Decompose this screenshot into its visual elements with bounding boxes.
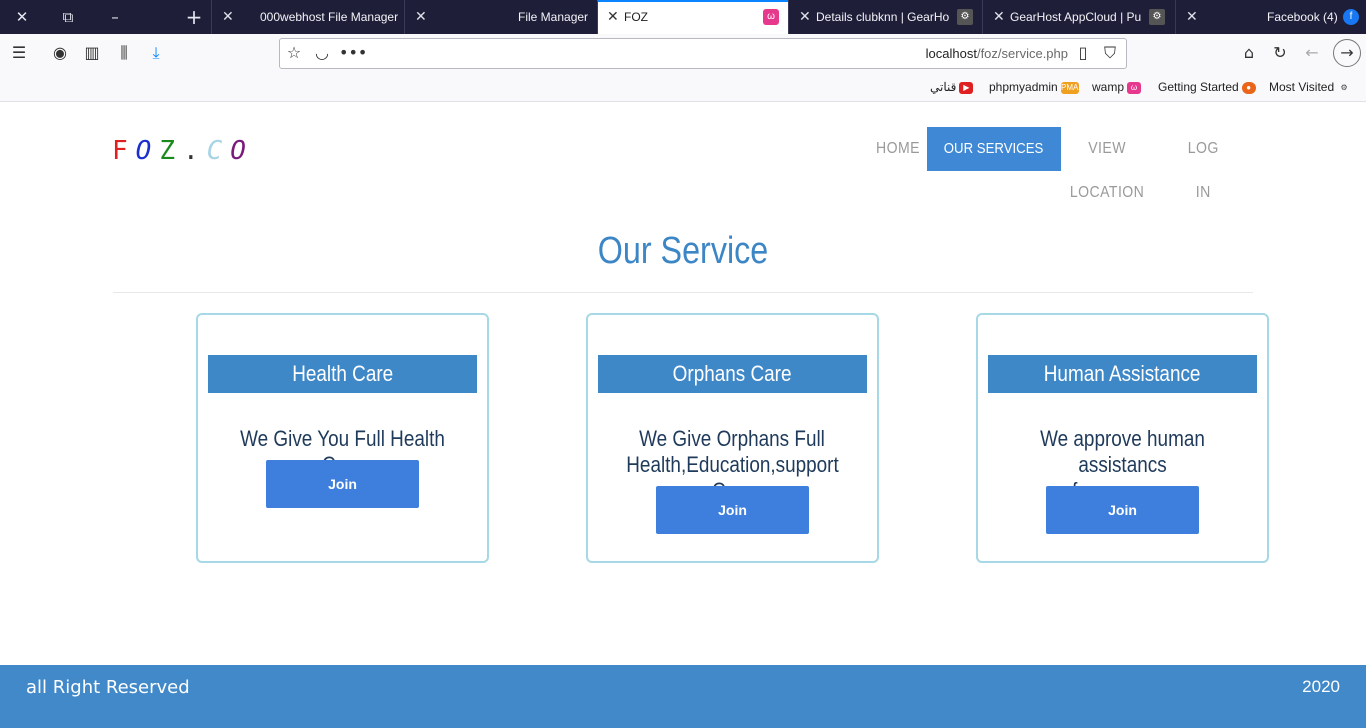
web-page: FOZ.CO HOME OUR SERVICES VIEW LOCATION L… [0, 102, 1366, 728]
join-button[interactable]: Join [656, 486, 809, 534]
restore-window-icon[interactable]: ⧉ [58, 6, 78, 28]
close-tab-icon[interactable]: ✕ [993, 0, 1005, 34]
star-icon[interactable]: ☆ [283, 42, 305, 64]
tab-label: File Manager [518, 10, 589, 24]
site-logo[interactable]: FOZ.CO [112, 136, 254, 166]
page-icon[interactable]: ▯ [1072, 42, 1094, 64]
wamp-icon: ω [1127, 81, 1142, 94]
service-card-health-care: Health Care We Give You Full Health Care… [196, 313, 489, 563]
nav-home[interactable]: HOME [876, 127, 920, 171]
card-heading-text: Human Assistance [1044, 361, 1201, 386]
card-heading-text: Health Care [292, 361, 393, 386]
bookmark-my-channel[interactable]: قناتي ▶ [930, 80, 974, 94]
download-icon[interactable]: ⤓ [145, 42, 167, 64]
more-actions-icon[interactable]: ••• [339, 42, 367, 64]
url-host: localhost [925, 46, 977, 61]
card-heading-text: Orphans Care [673, 361, 792, 386]
logo-letter: O [135, 136, 160, 166]
reload-icon[interactable]: ↻ [1269, 42, 1291, 64]
browser-tab-bar: ✕ ⧉ – + ✕ 000webhost File Manager ✕ File… [0, 0, 1366, 34]
site-footer: all Right Reserved 2020 [0, 665, 1366, 728]
logo-letter: Z [159, 136, 183, 166]
card-heading: Human Assistance [988, 355, 1257, 393]
library-icon[interactable]: ⫼ [113, 42, 135, 64]
join-button[interactable]: Join [266, 460, 419, 508]
close-window-icon[interactable]: ✕ [12, 6, 32, 28]
footer-copyright: all Right Reserved [26, 677, 190, 698]
account-icon[interactable]: ◉ [49, 42, 71, 64]
page-title: Our Service [597, 230, 769, 272]
close-tab-icon[interactable]: ✕ [1186, 0, 1198, 34]
service-card-human-assistance: Human Assistance We approve human assist… [976, 313, 1269, 563]
tab-facebook[interactable]: ✕ Facebook (4) f [1175, 0, 1366, 34]
menu-icon[interactable]: ☰ [8, 42, 30, 64]
new-tab-icon[interactable]: + [184, 6, 204, 28]
close-tab-icon[interactable]: ✕ [799, 0, 811, 34]
bookmark-most-visited[interactable]: Most Visited ⚙ [1269, 80, 1351, 94]
url-path: /foz/service.php [976, 46, 1068, 61]
tab-foz[interactable]: ✕ FOZ ω [597, 0, 788, 34]
bookmark-label: Getting Started [1158, 80, 1239, 94]
logo-letter: C [206, 136, 231, 166]
sidebar-icon[interactable]: ▥ [81, 42, 103, 64]
footer-year: 2020 [1302, 677, 1340, 696]
tab-label: 000webhost File Manager [260, 10, 399, 24]
minimize-window-icon[interactable]: – [105, 6, 125, 28]
phpmyadmin-icon: PMA [1060, 81, 1079, 94]
bookmark-wamp[interactable]: wamp ω [1092, 80, 1142, 94]
tab-gearhost-details[interactable]: ✕ Details clubknn | GearHo ⚙ [788, 0, 982, 34]
firefox-icon: ● [1241, 81, 1256, 94]
youtube-icon: ▶ [959, 81, 974, 94]
bookmark-label: قناتي [930, 80, 957, 94]
tab-label: GearHost AppCloud | Pu [1010, 10, 1141, 24]
nav-log-in[interactable]: LOG IN [1183, 127, 1223, 201]
gear-icon: ⚙ [1340, 82, 1348, 92]
bookmark-getting-started[interactable]: Getting Started ● [1158, 80, 1256, 94]
join-button[interactable]: Join [1046, 486, 1199, 534]
card-description-line: We approve human assistancs [1040, 426, 1205, 477]
back-icon[interactable]: ← [1301, 42, 1323, 64]
url-text: localhost/foz/service.php [926, 46, 1068, 61]
service-card-orphans-care: Orphans Care We Give Orphans Full Health,… [586, 313, 879, 563]
close-tab-icon[interactable]: ✕ [415, 0, 427, 34]
bookmark-label: wamp [1092, 80, 1125, 94]
logo-letter: . [182, 136, 207, 166]
tab-label: FOZ [624, 10, 648, 24]
nav-our-services[interactable]: OUR SERVICES [927, 127, 1061, 171]
facebook-favicon-icon: f [1343, 9, 1359, 25]
wamp-favicon-icon: ω [763, 9, 779, 25]
gear-favicon-icon: ⚙ [957, 9, 973, 25]
tab-label: Facebook (4) [1267, 10, 1338, 24]
shield-icon[interactable]: ⛉ [1099, 42, 1121, 64]
address-bar[interactable]: ☆ ◡ ••• localhost/foz/service.php ▯ ⛉ [279, 38, 1127, 69]
bookmarks-bar: قناتي ▶ phpmyadmin PMA wamp ω Getting Start… [0, 72, 1366, 102]
card-heading: Health Care [208, 355, 477, 393]
forward-icon[interactable]: → [1333, 39, 1361, 67]
tab-webhost-file-manager[interactable]: ✕ 000webhost File Manager [211, 0, 404, 34]
bookmark-phpmyadmin[interactable]: phpmyadmin PMA [989, 80, 1079, 94]
gear-favicon-icon: ⚙ [1149, 9, 1165, 25]
nav-label: OUR SERVICES [944, 140, 1044, 157]
close-tab-icon[interactable]: ✕ [607, 2, 619, 34]
tab-label: Details clubknn | GearHo [816, 10, 950, 24]
pocket-icon[interactable]: ◡ [311, 42, 333, 64]
close-tab-icon[interactable]: ✕ [222, 0, 234, 34]
bookmark-label: Most Visited [1269, 80, 1335, 94]
logo-letter: F [112, 136, 136, 166]
browser-toolbar: ☰ ◉ ▥ ⫼ ⤓ ☆ ◡ ••• localhost/foz/service.… [0, 34, 1366, 72]
card-description-line: We Give Orphans Full [639, 426, 826, 451]
card-heading: Orphans Care [598, 355, 867, 393]
tab-file-manager[interactable]: ✕ File Manager [404, 0, 597, 34]
bookmark-label: phpmyadmin [989, 80, 1058, 94]
logo-letter: O [230, 136, 254, 166]
home-icon[interactable]: ⌂ [1238, 42, 1260, 64]
tab-gearhost-appcloud[interactable]: ✕ GearHost AppCloud | Pu ⚙ [982, 0, 1175, 34]
title-divider [113, 292, 1253, 293]
nav-view-location[interactable]: VIEW LOCATION [1060, 127, 1154, 201]
